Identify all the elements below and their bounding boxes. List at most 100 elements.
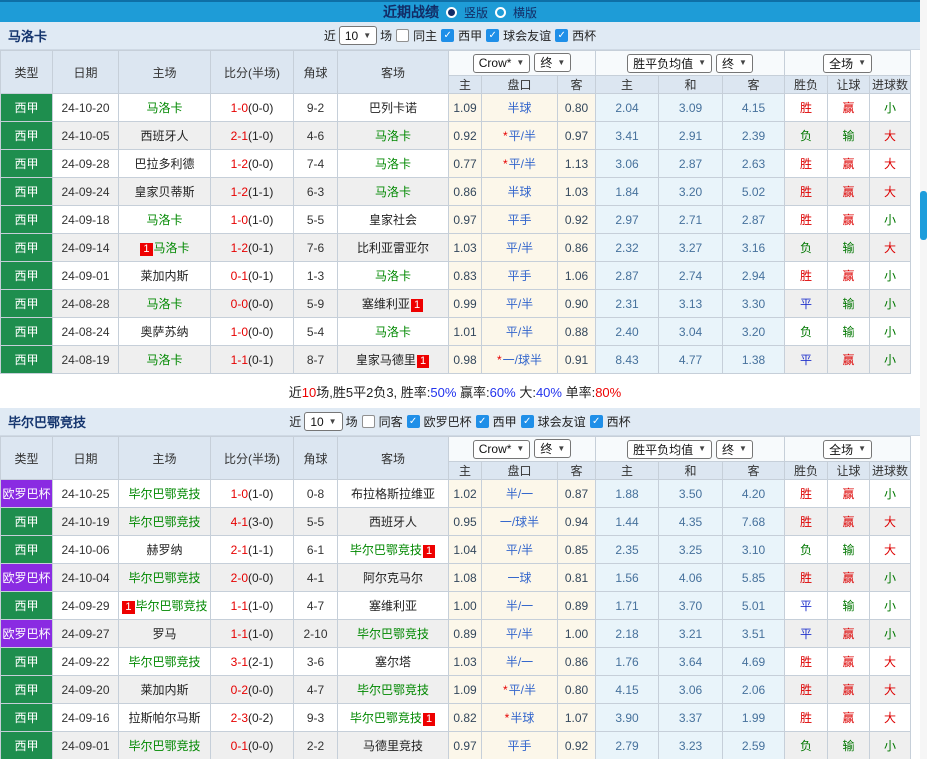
euro-draw-odds: 2.74 <box>658 261 724 290</box>
result-goals-cell: 大 <box>869 177 912 206</box>
same-venue-checkbox[interactable] <box>396 29 410 42</box>
team-name: 罗马 <box>152 627 177 641</box>
league-checkbox-3[interactable]: ✓ <box>589 415 603 428</box>
team-name: 塞维利亚 <box>361 297 410 311</box>
asia-handicap-cell: 平手 <box>481 205 558 234</box>
asia-final-select[interactable]: 终 ▼ <box>534 439 572 459</box>
euro-home-odds: 1.44 <box>595 507 660 536</box>
euro-final-select[interactable]: 终 ▼ <box>716 53 753 73</box>
team-name: 西班牙人 <box>140 129 189 143</box>
euro-draw-odds: 3.27 <box>658 233 724 262</box>
half-score: (0-1) <box>248 268 274 283</box>
euro-company-select[interactable]: 胜平负均值 ▼ <box>627 53 713 73</box>
home-team-cell: 皇家贝蒂斯 <box>118 177 211 206</box>
date-cell: 24-10-25 <box>52 479 119 508</box>
handicap-line: 平手 <box>507 269 532 283</box>
asia-handicap-cell: 半/一 <box>481 647 558 676</box>
sub-column-header: 让球 <box>827 75 871 94</box>
euro-draw-odds: 3.20 <box>658 177 724 206</box>
result-goals-cell: 小 <box>869 731 912 759</box>
asia-handicap-cell: 平/半 <box>481 233 558 262</box>
result-goals-cell: 小 <box>869 345 912 374</box>
asia-home-odds: 1.01 <box>448 317 482 346</box>
summary-segment: 40% <box>535 385 562 400</box>
result-wdl-cell: 胜 <box>784 261 829 290</box>
euro-away-odds: 1.38 <box>722 345 786 374</box>
asia-company-select[interactable]: Crow* ▼ <box>472 53 531 73</box>
summary-segment: 80% <box>595 385 622 400</box>
date-cell: 24-09-29 <box>52 591 119 620</box>
asia-company-select[interactable]: Crow* ▼ <box>472 439 531 459</box>
same-venue-checkbox[interactable] <box>361 415 375 428</box>
result-handicap-cell: 赢 <box>827 205 871 234</box>
result-handicap-cell: 赢 <box>827 703 871 732</box>
corners-cell: 7-6 <box>293 233 338 262</box>
asia-handicap-cell: *平/半 <box>481 121 558 150</box>
table-row: 西甲 24-09-01 毕尔巴鄂竞技 0-1(0-0) 2-2 马德里竞技 0.97 平手 0.… <box>0 731 912 759</box>
team-name: 塞维利亚 <box>368 599 417 613</box>
half-score: (1-0) <box>248 212 274 227</box>
table-row: 西甲 24-09-16 拉斯帕尔马斯 2-3(0-2) 9-3 毕尔巴鄂竞技 1 0.82 *半… <box>0 703 912 732</box>
league-checkbox-2[interactable]: ✓ <box>520 415 534 428</box>
sub-column-header: 胜负 <box>784 461 829 480</box>
radio-horizontal[interactable] <box>495 6 506 18</box>
full-score: 1-0 <box>230 212 248 227</box>
home-team-cell: 毕尔巴鄂竞技 <box>118 731 211 759</box>
euro-home-odds: 2.35 <box>595 535 660 564</box>
league-checkbox-0[interactable]: ✓ <box>441 29 455 42</box>
euro-home-odds: 2.87 <box>595 261 660 290</box>
euro-company-select[interactable]: 胜平负均值 ▼ <box>627 439 713 459</box>
asia-home-odds: 0.83 <box>448 261 482 290</box>
radio-vertical[interactable] <box>445 6 457 18</box>
section-header: 马洛卡 近 10 ▼ 场 同主 ✓ 西甲 ✓ 球会友谊 ✓ 西杯 <box>0 22 920 50</box>
handicap-line: 平/半 <box>505 297 534 311</box>
table-row: 欧罗巴杯 24-10-04 毕尔巴鄂竞技 2-0(0-0) 4-1 阿尔克马尔 1.08 一球… <box>0 563 912 592</box>
scope-select[interactable]: 全场 ▼ <box>823 53 873 73</box>
scope-select[interactable]: 全场 ▼ <box>823 439 873 459</box>
date-cell: 24-09-20 <box>52 675 119 704</box>
full-score: 1-1 <box>230 352 248 367</box>
match-type-cell: 欧罗巴杯 <box>0 619 53 648</box>
result-wdl-cell: 胜 <box>784 93 829 122</box>
column-header: 日期 <box>52 436 119 480</box>
euro-home-odds: 2.32 <box>595 233 660 262</box>
match-count-select[interactable]: 10 ▼ <box>338 26 378 45</box>
corners-cell: 7-4 <box>293 149 338 178</box>
scrollbar-thumb[interactable] <box>920 191 927 240</box>
half-score: (0-1) <box>248 240 274 255</box>
scrollbar-track[interactable] <box>920 0 927 759</box>
league-checkbox-1[interactable]: ✓ <box>475 415 489 428</box>
team-name: 毕尔巴鄂竞技 <box>356 627 429 641</box>
league-checkbox-2[interactable]: ✓ <box>555 29 569 42</box>
euro-away-odds: 4.15 <box>722 93 786 122</box>
date-cell: 24-10-20 <box>52 93 119 122</box>
away-team-cell: 毕尔巴鄂竞技 <box>337 675 449 704</box>
away-team-cell: 阿尔克马尔 <box>337 563 449 592</box>
asia-away-odds: 0.81 <box>556 563 597 592</box>
away-team-cell: 马洛卡 <box>337 121 449 150</box>
euro-final-select[interactable]: 终 ▼ <box>716 439 753 459</box>
asia-final-select[interactable]: 终 ▼ <box>534 53 572 73</box>
league-checkbox-1[interactable]: ✓ <box>486 29 500 42</box>
league-checkbox-0[interactable]: ✓ <box>406 415 420 428</box>
euro-home-odds: 2.18 <box>595 619 660 648</box>
sub-column-header: 让球 <box>827 461 871 480</box>
handicap-line: 平/半 <box>508 157 536 171</box>
euro-draw-odds: 3.25 <box>658 535 724 564</box>
match-count-select[interactable]: 10 ▼ <box>304 412 343 431</box>
result-handicap-cell: 输 <box>827 317 871 346</box>
euro-final-select-value: 终 <box>722 442 735 457</box>
result-goals-cell: 大 <box>869 149 912 178</box>
euro-draw-odds: 3.70 <box>658 591 724 620</box>
asia-handicap-cell: 平/半 <box>481 289 558 318</box>
sub-column-header: 主 <box>448 461 482 480</box>
result-group-header: 全场 ▼ <box>784 436 912 462</box>
team-name: 毕尔巴鄂竞技 <box>128 487 201 501</box>
table-row: 西甲 24-08-19 马洛卡 1-1(0-1) 8-7 皇家马德里 1 0.98 *一/球半 0… <box>0 345 912 374</box>
result-handicap-cell: 输 <box>827 121 871 150</box>
euro-draw-odds: 3.50 <box>658 479 724 508</box>
score-cell: 2-3(0-2) <box>210 703 294 732</box>
header-row-groups: 类型 日期 主场 比分(半场) 角球 客场 Crow* ▼ 终 ▼ 胜平负均值 ▼ 终 ▼ 全场 ▼ <box>0 436 912 480</box>
home-team-cell: 莱加内斯 <box>118 675 211 704</box>
table-row: 西甲 24-09-22 毕尔巴鄂竞技 3-1(2-1) 3-6 塞尔塔 1.03 半/一 0.8… <box>0 647 912 676</box>
